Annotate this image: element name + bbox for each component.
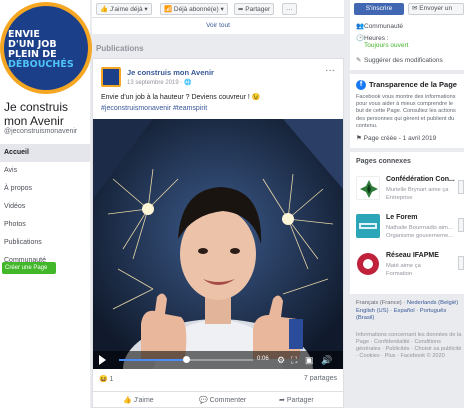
related-page-logo	[356, 176, 380, 200]
like-related-button[interactable]	[458, 180, 464, 194]
right-column: S'inscrire ✉ Envoyer un 👥Communauté 🕒Heu…	[350, 0, 464, 408]
nav-item-avis[interactable]: Avis	[0, 162, 90, 180]
hours-value: Toujours ouvert	[364, 42, 409, 49]
share-post-button[interactable]: ➦ Partager	[279, 396, 314, 404]
like-page-button[interactable]: 👍 J'aime déjà ▾	[96, 3, 152, 15]
post-text: Envie d'un job à la hauteur ? Deviens co…	[101, 94, 261, 101]
clock-icon: 🕒	[356, 35, 365, 42]
nav-item-publications[interactable]: Publications	[0, 234, 90, 252]
comment-icon: 💬	[199, 397, 208, 404]
suggest-edits-row[interactable]: ✎ Suggérer des modifications	[356, 56, 443, 64]
page-action-bar: 👍 J'aime déjà ▾ 📶 Déjà abonné(e) ▾ ➦ Par…	[92, 0, 344, 18]
like-related-button[interactable]	[458, 256, 464, 270]
video-progress-bar[interactable]	[119, 356, 253, 363]
page-title: Je construis mon Avenir	[4, 100, 69, 128]
more-options-button[interactable]: ···	[282, 3, 297, 15]
facebook-icon: f	[356, 80, 366, 91]
related-pages-card: Pages connexes Confédération Con... Muri…	[350, 152, 464, 294]
send-message-button[interactable]: ✉ Envoyer un	[408, 3, 464, 15]
post-video[interactable]: 0:06 ⚙ ⛶ ▣ 🔊	[93, 119, 343, 369]
related-pages-title: Pages connexes	[356, 158, 411, 165]
language-selector: Français (France) · Nederlands (België) …	[356, 300, 459, 321]
nav-item-photos[interactable]: Photos	[0, 216, 90, 234]
picture-in-picture-icon[interactable]: ▣	[305, 355, 314, 365]
related-page-logo	[356, 214, 380, 238]
page-info-card: 👥Communauté 🕒Heures : Toujours ouvert ✎ S…	[350, 18, 464, 70]
messenger-icon: ✉	[412, 5, 418, 12]
related-page-item[interactable]: Réseau IFAPME Maté aime ça Formation	[356, 252, 464, 292]
share-page-button[interactable]: ➦ Partager	[234, 3, 275, 15]
video-time: 0:06	[257, 356, 269, 362]
hours-row: 🕒Heures :	[356, 35, 389, 42]
comment-button[interactable]: 💬 Commenter	[199, 396, 246, 404]
nav-item-a-propos[interactable]: À propos	[0, 180, 90, 198]
community-icon: 👥	[356, 23, 365, 30]
transparency-title: f Transparence de la Page	[356, 80, 457, 91]
footer-links[interactable]: Informations concernant les données de l…	[350, 332, 464, 360]
video-frame	[93, 119, 343, 369]
pencil-icon: ✎	[356, 57, 362, 64]
like-post-button[interactable]: 👍 J'aime	[123, 396, 154, 404]
nav-item-videos[interactable]: Vidéos	[0, 198, 90, 216]
transparency-card: f Transparence de la Page Facebook vous m…	[350, 74, 464, 148]
post-card: Je construis mon Avenir 13 septembre 201…	[92, 58, 344, 408]
left-column: ENVIE D'UN JOB PLEIN DE DÉBOUCHÉS Je con…	[0, 0, 92, 408]
related-page-item[interactable]: Confédération Con... Murielle Brynart ai…	[356, 176, 464, 216]
post-date[interactable]: 13 septembre 2019 · 🌐	[127, 79, 192, 86]
post-author[interactable]: Je construis mon Avenir	[127, 68, 214, 77]
reaction-summary[interactable]: 😆 1	[99, 375, 114, 383]
share-count[interactable]: 7 partages	[304, 375, 337, 382]
share-icon: ➦	[238, 6, 244, 13]
flag-icon: ⚑	[356, 135, 362, 142]
like-related-button[interactable]	[458, 218, 464, 232]
haha-reaction-icon: 😆	[99, 376, 108, 383]
fullscreen-icon[interactable]: ⛶	[291, 355, 297, 365]
related-page-item[interactable]: Le Forem Nathalie Bourrnadis aim... Orga…	[356, 214, 464, 254]
create-page-button[interactable]: Créer une Page	[2, 262, 56, 274]
post-actions: 👍 J'aime 💬 Commenter ➦ Partager	[93, 391, 343, 408]
video-progress-fill	[119, 359, 186, 361]
publications-heading: Publications	[96, 44, 144, 53]
video-progress-knob[interactable]	[183, 356, 190, 363]
play-icon[interactable]	[99, 355, 106, 365]
thumbs-up-icon: 👍	[100, 6, 109, 13]
page-avatar[interactable]: ENVIE D'UN JOB PLEIN DE DÉBOUCHÉS	[0, 2, 92, 94]
main-column: 👍 J'aime déjà ▾ 📶 Déjà abonné(e) ▾ ➦ Par…	[92, 0, 344, 408]
video-controls: 0:06 ⚙ ⛶ ▣ 🔊	[93, 351, 343, 369]
right-action-bar: S'inscrire ✉ Envoyer un	[350, 0, 464, 18]
page-nav: Accueil Avis À propos Vidéos Photos Publ…	[0, 144, 90, 270]
nav-item-accueil[interactable]: Accueil	[0, 144, 90, 162]
see-all-link[interactable]: Voir tout	[92, 18, 344, 34]
page-created-row: ⚑ Page créée - 1 avril 2019	[356, 135, 437, 142]
post-author-avatar[interactable]	[101, 67, 121, 87]
community-row[interactable]: 👥Communauté	[356, 22, 403, 30]
volume-icon[interactable]: 🔊	[321, 355, 332, 365]
thumbs-up-icon: 👍	[123, 397, 132, 404]
post-options-icon[interactable]: ···	[325, 65, 335, 76]
rss-icon: 📶	[164, 6, 173, 13]
share-icon: ➦	[279, 397, 285, 404]
related-page-logo	[356, 252, 380, 276]
page-handle[interactable]: @jeconstruismonavenir	[4, 128, 77, 135]
transparency-description: Facebook vous montre des informations po…	[356, 94, 456, 129]
follow-button[interactable]: 📶 Déjà abonné(e) ▾	[160, 3, 228, 15]
signup-button[interactable]: S'inscrire	[354, 3, 404, 15]
post-hashtags[interactable]: #jeconstruismonavenir #teamspirit	[101, 105, 207, 112]
settings-gear-icon[interactable]: ⚙	[277, 355, 285, 365]
avatar-text: ENVIE D'UN JOB PLEIN DE DÉBOUCHÉS	[8, 29, 74, 70]
